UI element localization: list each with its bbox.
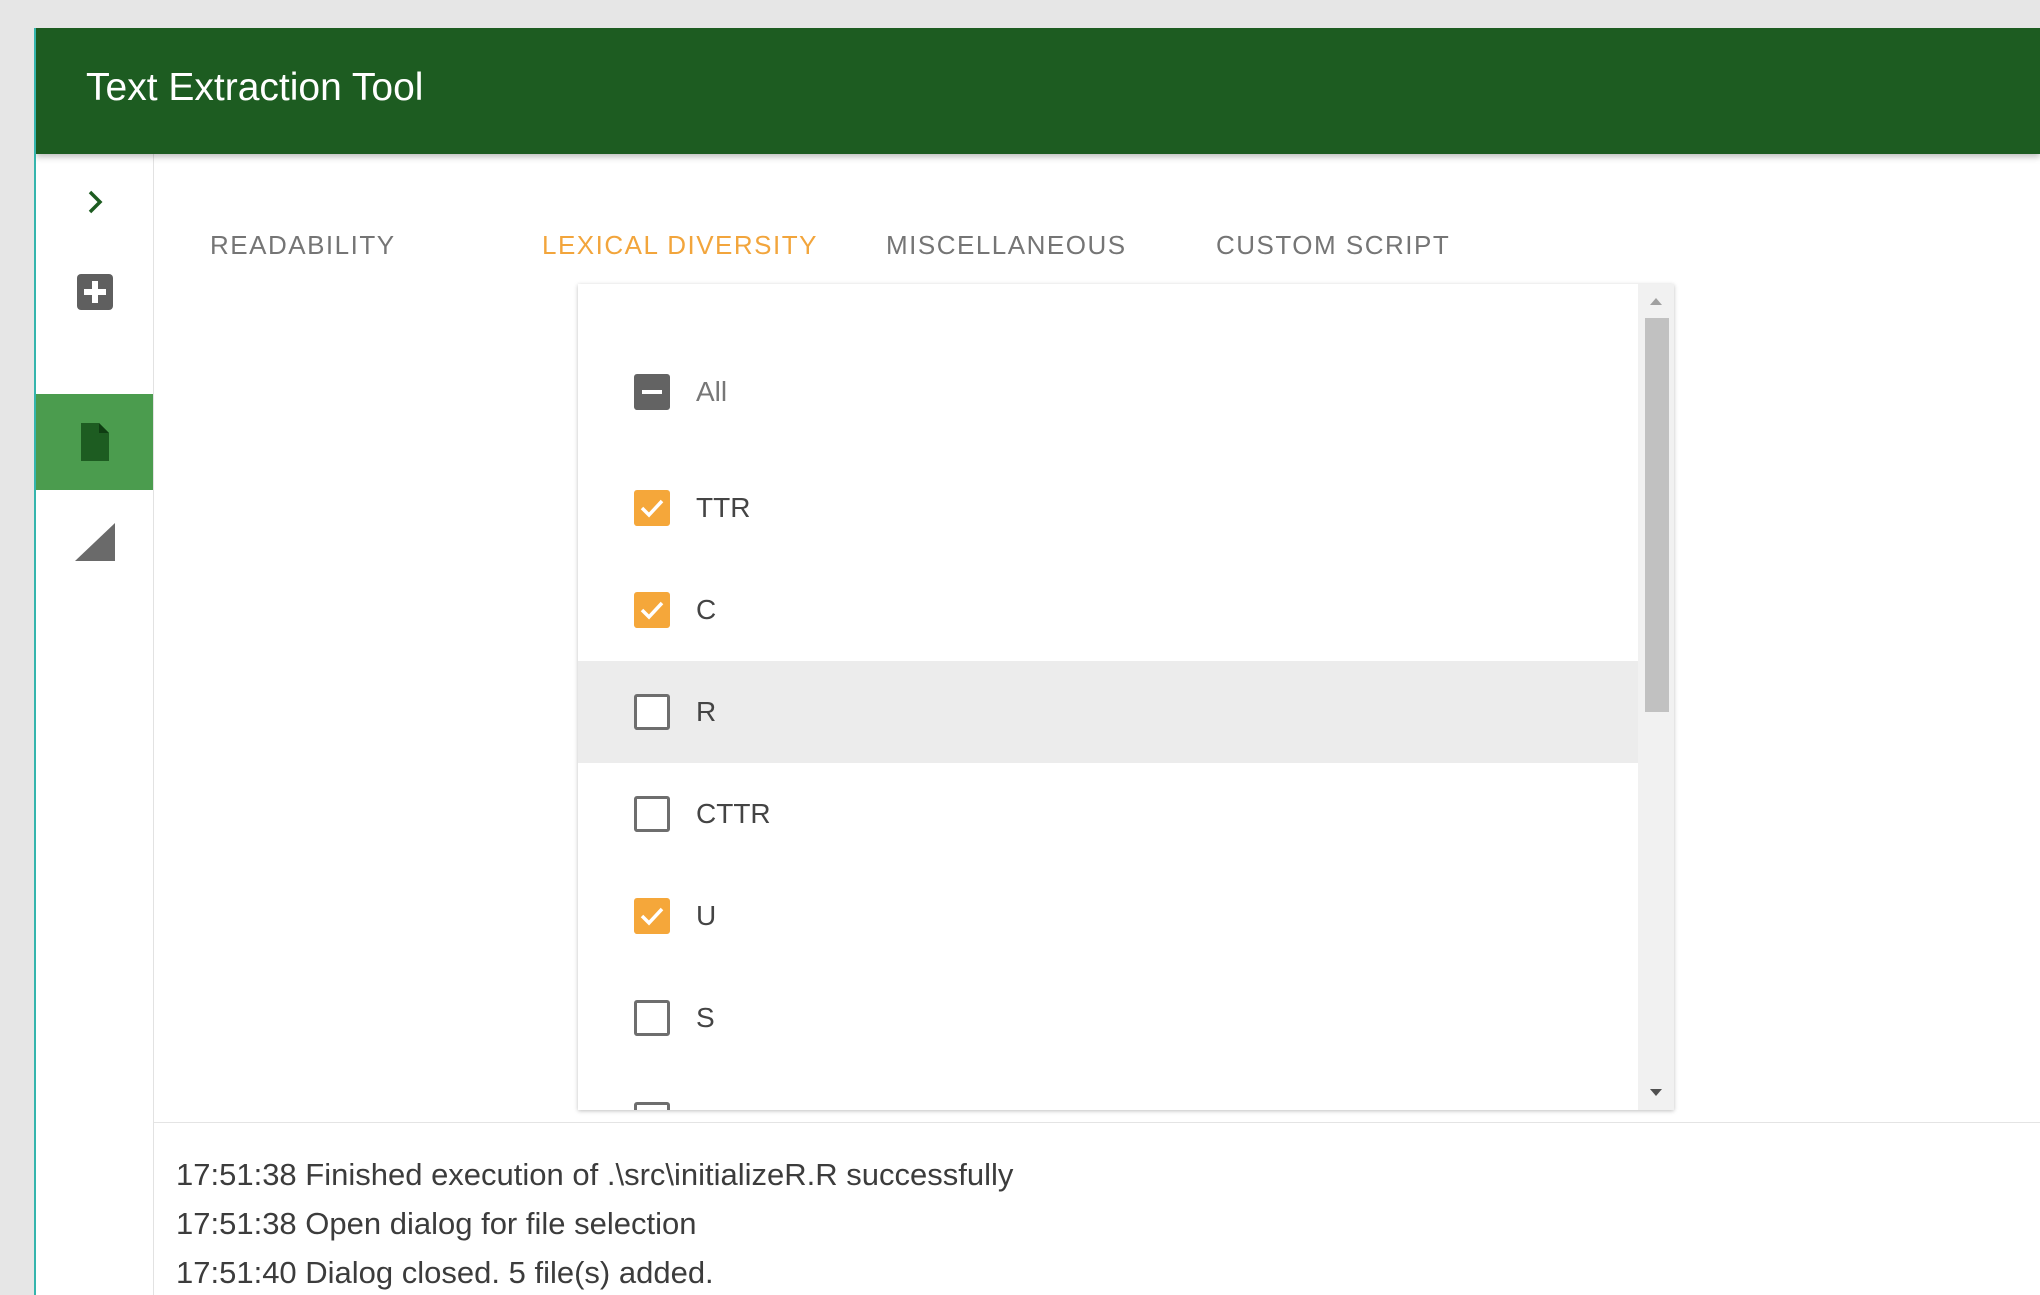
list-item-label: U <box>696 900 717 931</box>
ttr-checkbox[interactable] <box>634 490 670 526</box>
sidebar-expand-button[interactable] <box>36 154 153 250</box>
cttr-checkbox[interactable] <box>634 796 670 832</box>
u-checkbox[interactable] <box>634 898 670 934</box>
measure-checklist: All TTR C R CTTR U S <box>578 284 1674 1110</box>
list-item-label: K <box>696 1104 715 1110</box>
tab-custom-script[interactable]: CUSTOM SCRIPT <box>1216 230 1450 261</box>
scroll-down-button[interactable] <box>1638 1078 1674 1108</box>
s-checkbox[interactable] <box>634 1000 670 1036</box>
chevron-right-icon <box>88 190 102 214</box>
tab-miscellaneous[interactable]: MISCELLANEOUS <box>886 230 1127 261</box>
arrow-down-icon <box>1650 1089 1662 1096</box>
checkmark-icon <box>640 499 664 518</box>
list-item-label: R <box>696 696 717 727</box>
list-item-all[interactable]: All <box>578 341 1638 443</box>
list-item-s[interactable]: S <box>578 967 1638 1069</box>
scrollbar-thumb[interactable] <box>1645 318 1669 712</box>
scroll-up-button[interactable] <box>1638 286 1674 316</box>
document-icon <box>80 423 109 461</box>
list-item-label: S <box>696 1002 715 1033</box>
app-window: Text Extraction Tool READABILITY LEXICAL… <box>34 28 2040 1295</box>
list-item-label: All <box>696 376 728 407</box>
list-item-c[interactable]: C <box>578 559 1638 661</box>
tab-readability[interactable]: READABILITY <box>210 230 396 261</box>
checkmark-icon <box>640 601 664 620</box>
select-all-checkbox[interactable] <box>634 374 670 410</box>
r-checkbox[interactable] <box>634 694 670 730</box>
signal-triangle-icon <box>74 523 115 561</box>
arrow-up-icon <box>1650 298 1662 305</box>
sidebar-item-documents[interactable] <box>36 394 153 490</box>
app-bar: Text Extraction Tool <box>36 28 2040 154</box>
log-console: 17:51:38 Finished execution of .\src\ini… <box>154 1122 2040 1295</box>
app-title: Text Extraction Tool <box>86 66 424 109</box>
list-item-label: CTTR <box>696 798 771 829</box>
list-item-r[interactable]: R <box>578 661 1638 763</box>
sidebar-item-statistics[interactable] <box>36 494 153 590</box>
list-item-u[interactable]: U <box>578 865 1638 967</box>
log-line: 17:51:40 Dialog closed. 5 file(s) added. <box>176 1255 714 1290</box>
list-item-cttr[interactable]: CTTR <box>578 763 1638 865</box>
add-box-icon <box>76 274 113 310</box>
sidebar <box>36 154 154 1295</box>
scrollbar[interactable] <box>1638 284 1674 1110</box>
sidebar-item-add-files[interactable] <box>36 244 153 340</box>
list-item-ttr[interactable]: TTR <box>578 457 1638 559</box>
list-item-k[interactable]: K <box>578 1069 1638 1110</box>
c-checkbox[interactable] <box>634 592 670 628</box>
log-line: 17:51:38 Finished execution of .\src\ini… <box>176 1157 1014 1192</box>
log-line: 17:51:38 Open dialog for file selection <box>176 1206 697 1241</box>
tab-bar: READABILITY LEXICAL DIVERSITY MISCELLANE… <box>154 154 2040 298</box>
k-checkbox[interactable] <box>634 1102 670 1110</box>
list-item-label: C <box>696 594 717 625</box>
checkmark-icon <box>640 907 664 926</box>
indeterminate-icon <box>642 390 662 394</box>
list-item-label: TTR <box>696 492 751 523</box>
tab-lexical-diversity[interactable]: LEXICAL DIVERSITY <box>542 230 818 261</box>
